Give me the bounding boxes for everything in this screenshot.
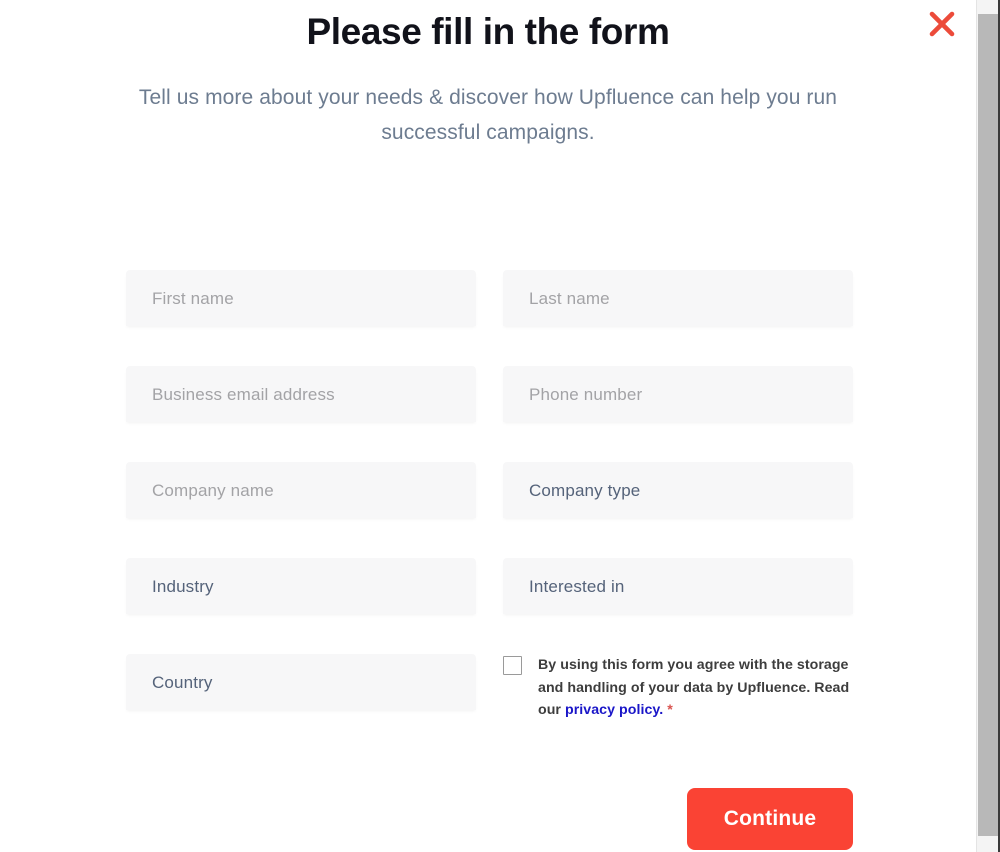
phone-number-field[interactable]: Phone number (503, 366, 853, 422)
form-row-5: Country By using this form you agree wit… (126, 654, 853, 722)
consent-block: By using this form you agree with the st… (503, 654, 853, 722)
form-row-2: Business email address Phone number (126, 366, 853, 422)
industry-value: Industry (152, 576, 214, 596)
required-asterisk: * (667, 702, 673, 719)
company-type-value: Company type (529, 480, 641, 500)
country-value: Country (152, 672, 213, 692)
country-select[interactable]: Country (126, 654, 476, 710)
continue-button[interactable]: Continue (687, 788, 853, 850)
first-name-placeholder: First name (152, 288, 234, 308)
scrollbar-thumb[interactable] (978, 14, 999, 836)
company-type-select[interactable]: Company type (503, 462, 853, 518)
form-row-1: First name Last name (126, 270, 853, 326)
form-footer: Continue (126, 788, 853, 850)
industry-select[interactable]: Industry (126, 558, 476, 614)
lead-form: First name Last name Business email addr… (126, 270, 853, 722)
privacy-policy-link[interactable]: privacy policy. (565, 702, 663, 718)
last-name-field[interactable]: Last name (503, 270, 853, 326)
business-email-field[interactable]: Business email address (126, 366, 476, 422)
interested-in-select[interactable]: Interested in (503, 558, 853, 614)
last-name-placeholder: Last name (529, 288, 610, 308)
form-modal-page: Please fill in the form Tell us more abo… (0, 0, 1000, 852)
page-subtitle: Tell us more about your needs & discover… (138, 85, 838, 144)
form-row-3: Company name Company type (126, 462, 853, 518)
modal-header: Please fill in the form Tell us more abo… (0, 0, 976, 150)
business-email-placeholder: Business email address (152, 384, 335, 404)
page-title: Please fill in the form (306, 11, 670, 52)
form-row-4: Industry Interested in (126, 558, 853, 614)
consent-text: By using this form you agree with the st… (538, 654, 853, 722)
vertical-scrollbar[interactable] (976, 0, 1000, 852)
company-name-placeholder: Company name (152, 480, 274, 500)
consent-checkbox[interactable] (503, 656, 522, 675)
first-name-field[interactable]: First name (126, 270, 476, 326)
interested-in-value: Interested in (529, 576, 625, 596)
company-name-field[interactable]: Company name (126, 462, 476, 518)
phone-number-placeholder: Phone number (529, 384, 643, 404)
